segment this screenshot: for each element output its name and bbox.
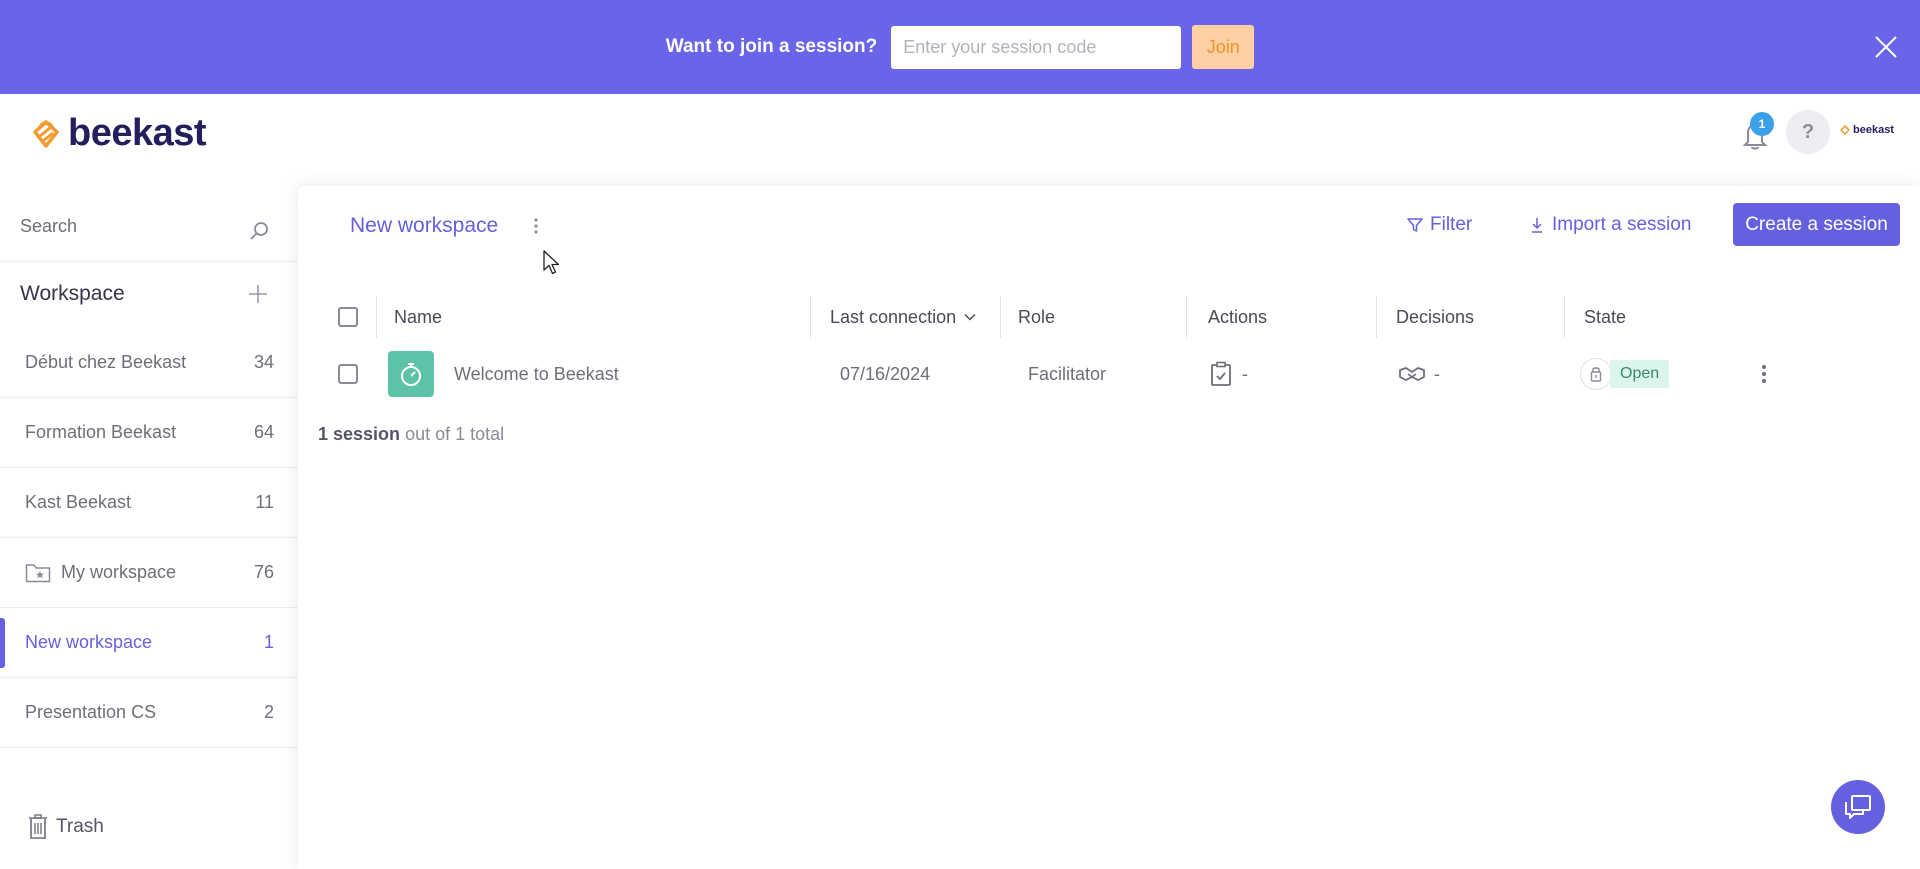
search-input[interactable] (20, 212, 240, 240)
handshake-icon (1399, 367, 1425, 381)
workspace-content: New workspace Filter Import a session Cr… (298, 186, 1920, 869)
workspace-heading: Workspace (20, 282, 125, 305)
sidebar-item-my-workspace[interactable]: My workspace 76 (0, 538, 298, 608)
table-header: Name Last connection Role Actions Decisi… (320, 296, 1900, 338)
beekast-small-icon (1840, 125, 1850, 135)
chevron-down-icon (964, 313, 976, 321)
session-name-cell[interactable]: Welcome to Beekast (388, 338, 619, 410)
filter-label: Filter (1430, 214, 1473, 235)
sidebar-item-debut-chez-beekast[interactable]: Début chez Beekast 34 (0, 328, 298, 398)
sessions-summary: 1 session out of 1 total (318, 424, 504, 445)
select-all-cell (338, 296, 358, 338)
summary-rest: out of 1 total (405, 424, 505, 444)
sidebar-item-label: New workspace (25, 632, 153, 652)
plus-icon[interactable] (246, 282, 270, 306)
workspace-list: Début chez Beekast 34 Formation Beekast … (0, 328, 298, 748)
column-separator (1564, 296, 1565, 338)
filter-button[interactable]: Filter (1406, 214, 1472, 236)
import-label: Import a session (1552, 214, 1692, 235)
join-session-banner: Want to join a session? Join (0, 0, 1920, 94)
starred-folder-icon (25, 563, 51, 582)
row-more-options-icon[interactable] (1760, 363, 1768, 385)
app-header: beekast 1 ? beekast (0, 94, 1920, 186)
column-header-state[interactable]: State (1584, 296, 1626, 338)
download-icon (1532, 218, 1542, 233)
decisions-value: - (1434, 363, 1440, 384)
session-name: Welcome to Beekast (454, 363, 619, 384)
sidebar-item-formation-beekast[interactable]: Formation Beekast 64 (0, 398, 298, 468)
select-all-checkbox[interactable] (338, 307, 358, 327)
filter-icon (1407, 218, 1423, 232)
decisions-cell: - (1398, 338, 1440, 410)
join-button[interactable]: Join (1192, 25, 1255, 69)
trash-icon (29, 814, 47, 839)
state-icon (1580, 358, 1612, 390)
last-connection-cell: 07/16/2024 (840, 363, 931, 384)
help-button[interactable]: ? (1786, 110, 1830, 154)
stopwatch-icon (401, 363, 421, 386)
trash-label: Trash (56, 816, 104, 837)
session-code-input[interactable] (891, 25, 1182, 69)
more-options-icon[interactable] (532, 216, 540, 236)
notification-badge: 1 (1750, 112, 1774, 136)
column-separator (810, 296, 811, 338)
account-logo[interactable]: beekast (1840, 124, 1894, 136)
state-cell: Open (1580, 338, 1670, 410)
sidebar-item-new-workspace[interactable]: New workspace 1 (0, 608, 298, 678)
sidebar: Workspace Début chez Beekast 34 Formatio… (0, 186, 298, 869)
page-title: New workspace (350, 214, 499, 237)
search-icon[interactable] (248, 220, 270, 242)
sidebar-item-label: Début chez Beekast (25, 352, 187, 372)
sidebar-item-count: 2 (263, 702, 274, 722)
column-header-label: Last connection (830, 306, 957, 327)
sidebar-item-count: 1 (263, 632, 274, 652)
sidebar-item-presentation-cs[interactable]: Presentation CS 2 (0, 678, 298, 748)
column-header-name[interactable]: Name (394, 296, 442, 338)
create-session-button[interactable]: Create a session (1733, 203, 1900, 246)
column-separator (376, 296, 377, 338)
sidebar-item-label: Presentation CS (25, 702, 157, 722)
summary-count: 1 session (318, 424, 401, 444)
column-header-role[interactable]: Role (1018, 296, 1055, 338)
chat-icon (1845, 795, 1871, 819)
sidebar-search (0, 186, 298, 262)
close-icon[interactable] (1872, 33, 1900, 61)
column-header-last-connection[interactable]: Last connection (830, 296, 978, 338)
column-separator (1000, 296, 1001, 338)
sessions-table: Name Last connection Role Actions Decisi… (320, 296, 1900, 410)
actions-cell: - (1210, 338, 1248, 410)
column-separator (1376, 296, 1377, 338)
row-checkbox[interactable] (338, 364, 358, 384)
chat-support-button[interactable] (1831, 780, 1885, 834)
account-logo-text: beekast (1853, 124, 1894, 136)
row-select-cell (338, 338, 358, 410)
sidebar-item-count: 76 (253, 562, 274, 582)
import-session-button[interactable]: Import a session (1528, 214, 1691, 236)
actions-value: - (1242, 363, 1248, 384)
beekast-logo-icon (33, 119, 59, 148)
column-header-decisions[interactable]: Decisions (1396, 296, 1474, 338)
banner-prompt: Want to join a session? (665, 36, 878, 57)
lock-icon (1590, 367, 1602, 382)
row-menu-cell (1760, 338, 1768, 410)
beekast-logo[interactable]: beekast (30, 112, 207, 155)
sidebar-item-kast-beekast[interactable]: Kast Beekast 11 (0, 468, 298, 538)
sidebar-item-count: 34 (253, 352, 274, 372)
column-separator (1186, 296, 1187, 338)
logo-text: beekast (68, 112, 207, 154)
role-cell: Facilitator (1028, 363, 1107, 384)
sidebar-item-label: Formation Beekast (25, 422, 177, 442)
state-badge: Open (1610, 360, 1670, 388)
session-type-icon (388, 351, 434, 397)
column-header-actions[interactable]: Actions (1208, 296, 1267, 338)
sidebar-item-label: My workspace (61, 562, 177, 582)
table-row[interactable]: Welcome to Beekast 07/16/2024 Facilitato… (320, 338, 1900, 410)
clipboard-check-icon (1211, 361, 1231, 386)
sidebar-item-count: 64 (253, 422, 274, 442)
sidebar-item-count: 11 (255, 492, 274, 512)
sidebar-item-label: Kast Beekast (25, 492, 132, 512)
trash-link[interactable]: Trash (28, 814, 104, 840)
